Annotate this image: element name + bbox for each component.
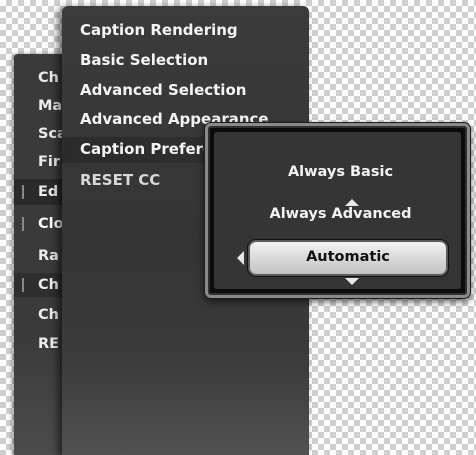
parent-menu-item-2[interactable]: Ma bbox=[38, 94, 62, 118]
parent-menu-item-10[interactable]: RE bbox=[38, 332, 59, 356]
chevron-left-icon[interactable] bbox=[237, 251, 244, 265]
chevron-down-icon[interactable] bbox=[345, 278, 359, 285]
option-always-advanced[interactable]: Always Advanced bbox=[214, 206, 467, 222]
submenu-item-basic-selection[interactable]: Basic Selection bbox=[80, 48, 208, 72]
submenu-item-caption-rendering[interactable]: Caption Rendering bbox=[80, 18, 238, 42]
parent-menu-item-5[interactable]: Ed bbox=[38, 180, 58, 204]
chevron-up-icon[interactable] bbox=[345, 199, 359, 206]
caption-preferences-popup: Always Basic Always Advanced Automatic bbox=[205, 123, 470, 298]
popup-panel: Always Basic Always Advanced Automatic bbox=[214, 132, 461, 289]
parent-menu-item-1[interactable]: Ch bbox=[38, 66, 59, 90]
parent-menu-item-6[interactable]: Clo bbox=[38, 212, 64, 236]
parent-menu-item-8[interactable]: Ch bbox=[38, 273, 59, 297]
parent-menu-marker bbox=[22, 278, 24, 292]
submenu-item-advanced-selection[interactable]: Advanced Selection bbox=[80, 78, 246, 102]
parent-menu-marker bbox=[22, 217, 24, 231]
parent-menu-item-9[interactable]: Ch bbox=[38, 303, 59, 327]
option-always-basic[interactable]: Always Basic bbox=[214, 164, 467, 180]
parent-menu-item-7[interactable]: Ra bbox=[38, 244, 59, 268]
parent-menu-marker bbox=[22, 185, 24, 199]
parent-menu-item-4[interactable]: Fir bbox=[38, 150, 60, 174]
submenu-item-reset-cc[interactable]: RESET CC bbox=[80, 168, 160, 192]
option-automatic-selected-button[interactable]: Automatic bbox=[248, 240, 448, 276]
